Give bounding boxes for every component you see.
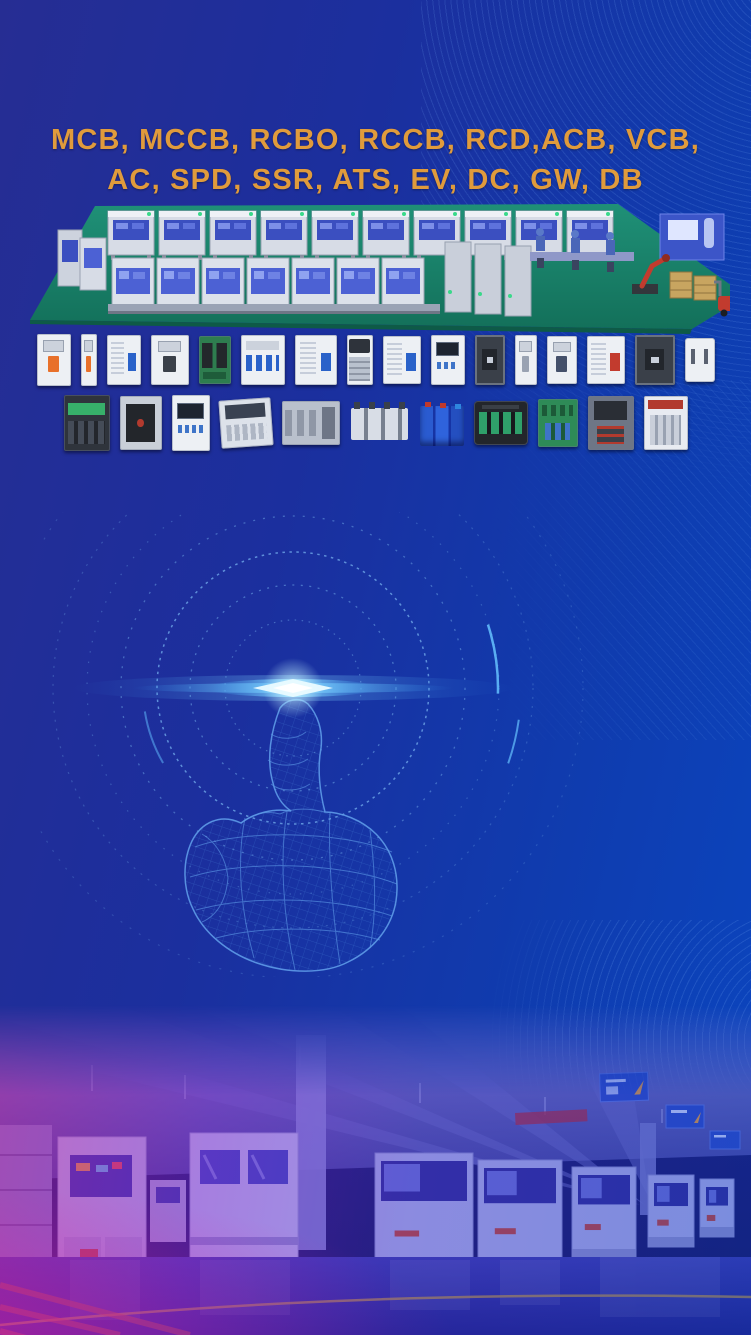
product-row-2 bbox=[0, 391, 751, 455]
product-breaker-handle bbox=[547, 336, 577, 384]
glow-flare bbox=[73, 658, 513, 718]
product-ats-black bbox=[635, 335, 675, 385]
product-rcbo bbox=[107, 335, 141, 385]
product-soft-starter bbox=[172, 395, 210, 451]
product-category-headline: MCB, MCCB, RCBO, RCCB, RCD,ACB, VCB, AC,… bbox=[0, 120, 751, 200]
product-rccb-4p bbox=[383, 336, 421, 384]
product-isolator-group bbox=[350, 400, 410, 446]
product-spd-green bbox=[199, 336, 231, 384]
product-pcb-assembly bbox=[538, 399, 578, 447]
tech-rings-and-hand bbox=[40, 512, 710, 977]
product-ats-gray bbox=[282, 401, 340, 445]
product-wall-socket bbox=[685, 338, 715, 382]
product-terminal-stack bbox=[347, 335, 373, 385]
product-ev-batteries bbox=[420, 400, 464, 446]
wireframe-hand bbox=[185, 700, 397, 971]
product-contactor bbox=[64, 395, 110, 451]
product-spd-slim bbox=[515, 335, 537, 385]
production-line-illustration bbox=[20, 196, 730, 336]
product-battery-module bbox=[474, 401, 528, 445]
product-acb bbox=[588, 396, 634, 450]
product-mcb-1p bbox=[37, 334, 71, 386]
product-row-1 bbox=[0, 331, 751, 389]
product-energy-meter bbox=[218, 397, 273, 449]
product-solid-state-relay bbox=[120, 396, 162, 450]
product-mcb-3p-terminals bbox=[151, 335, 189, 385]
product-timer-lcd bbox=[431, 335, 465, 385]
factory-photo-section bbox=[0, 1005, 751, 1335]
headline-line-2: AC, SPD, SSR, ATS, EV, DC, GW, DB bbox=[0, 160, 751, 200]
product-mcb-3p bbox=[241, 335, 285, 385]
product-rccb bbox=[295, 335, 337, 385]
product-vcb bbox=[644, 396, 688, 450]
product-mcb-slim bbox=[81, 334, 97, 386]
magenta-blue-overlay bbox=[0, 1005, 751, 1335]
product-mccb-black bbox=[475, 335, 505, 385]
headline-line-1: MCB, MCCB, RCBO, RCCB, RCD,ACB, VCB, bbox=[0, 120, 751, 160]
promo-banner: MCB, MCCB, RCBO, RCCB, RCD,ACB, VCB, AC,… bbox=[0, 0, 751, 1335]
product-breaker-red bbox=[587, 336, 625, 384]
